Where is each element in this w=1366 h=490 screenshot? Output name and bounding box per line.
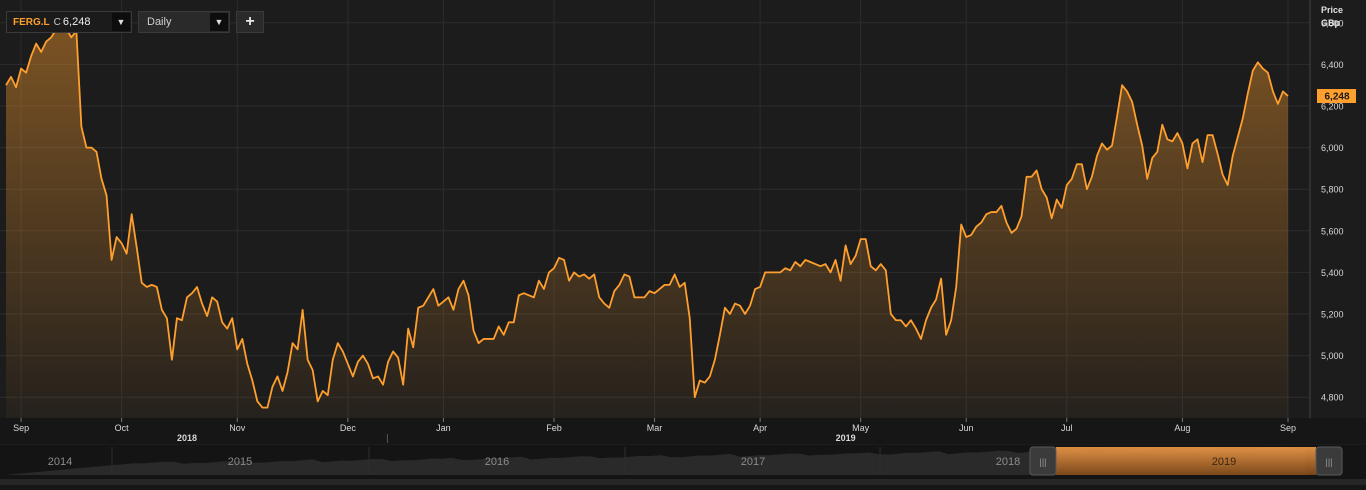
x-month-label: Dec bbox=[340, 423, 357, 433]
y-tick-label: 5,000 bbox=[1321, 351, 1344, 361]
x-month-label: Apr bbox=[753, 423, 767, 433]
x-month-label: Jun bbox=[959, 423, 974, 433]
x-month-label: Jul bbox=[1061, 423, 1073, 433]
x-year-label: 2019 bbox=[836, 433, 856, 443]
axis-unit: GBp bbox=[1321, 18, 1341, 28]
y-tick-label: 4,800 bbox=[1321, 393, 1344, 403]
y-tick-label: 5,800 bbox=[1321, 185, 1344, 195]
y-tick-label: 6,400 bbox=[1321, 60, 1344, 70]
add-button[interactable]: + bbox=[236, 11, 264, 33]
plus-icon: + bbox=[245, 13, 255, 30]
period-label: Daily bbox=[147, 16, 172, 28]
grip-icon: ||| bbox=[1039, 457, 1046, 467]
last-price-value: 6,248 bbox=[1324, 92, 1349, 103]
chevron-down-icon[interactable]: ▼ bbox=[210, 13, 228, 31]
chevron-down-icon[interactable]: ▼ bbox=[112, 13, 130, 31]
symbol-label: FERG.L bbox=[13, 16, 50, 28]
navigator-selection[interactable] bbox=[1056, 447, 1316, 475]
x-month-label: Mar bbox=[647, 423, 663, 433]
chart-toolbar: FERG.L C 6,248 ▼ Daily ▼ + bbox=[6, 11, 264, 35]
chart-widget: 4,800 5,000 5,200 5,400 5,600 5,800 6,000 6,200… bbox=[0, 0, 1366, 485]
navigator-year-label: 2016 bbox=[485, 456, 509, 468]
x-month-label: Jan bbox=[436, 423, 451, 433]
grip-icon: ||| bbox=[1325, 457, 1332, 467]
navigator-year-label: 2017 bbox=[741, 456, 765, 468]
y-tick-label: 6,000 bbox=[1321, 143, 1344, 153]
y-tick-label: 5,200 bbox=[1321, 310, 1344, 320]
navigator-selected-year-label: 2019 bbox=[1212, 456, 1236, 468]
x-month-label: Oct bbox=[115, 423, 130, 433]
axis-title: Price bbox=[1321, 5, 1343, 15]
symbol-selector[interactable]: FERG.L C 6,248 ▼ bbox=[6, 11, 132, 33]
period-dropdown[interactable]: Daily ▼ bbox=[138, 11, 230, 33]
x-month-label: Feb bbox=[546, 423, 562, 433]
navigator-scrollbar[interactable] bbox=[0, 479, 1366, 485]
date-navigator[interactable]: 2014201520162017201820192019|||||| bbox=[0, 445, 1366, 485]
x-axis: Sep Oct Nov Dec Jan Feb Mar Apr May Jun Jul Aug Sep 2… bbox=[0, 418, 1366, 444]
navigator-year-label: 2018 bbox=[996, 456, 1020, 468]
price-chart[interactable]: 4,8005,0005,2005,4005,6005,8006,0006,200… bbox=[0, 0, 1366, 485]
close-value: 6,248 bbox=[62, 16, 91, 28]
x-month-label: May bbox=[852, 423, 870, 433]
x-month-label: Aug bbox=[1174, 423, 1190, 433]
x-month-label: Sep bbox=[1280, 423, 1296, 433]
y-tick-label: 5,600 bbox=[1321, 226, 1344, 236]
x-axis-band bbox=[0, 418, 1366, 444]
y-tick-label: 5,400 bbox=[1321, 268, 1344, 278]
navigator-year-label: 2014 bbox=[48, 456, 72, 468]
last-price-label: 6,248 bbox=[1317, 89, 1356, 104]
x-year-label: 2018 bbox=[177, 433, 197, 443]
x-month-label: Sep bbox=[13, 423, 29, 433]
navigator-year-label: 2015 bbox=[228, 456, 252, 468]
close-prefix: C bbox=[53, 16, 61, 28]
x-month-label: Nov bbox=[229, 423, 246, 433]
